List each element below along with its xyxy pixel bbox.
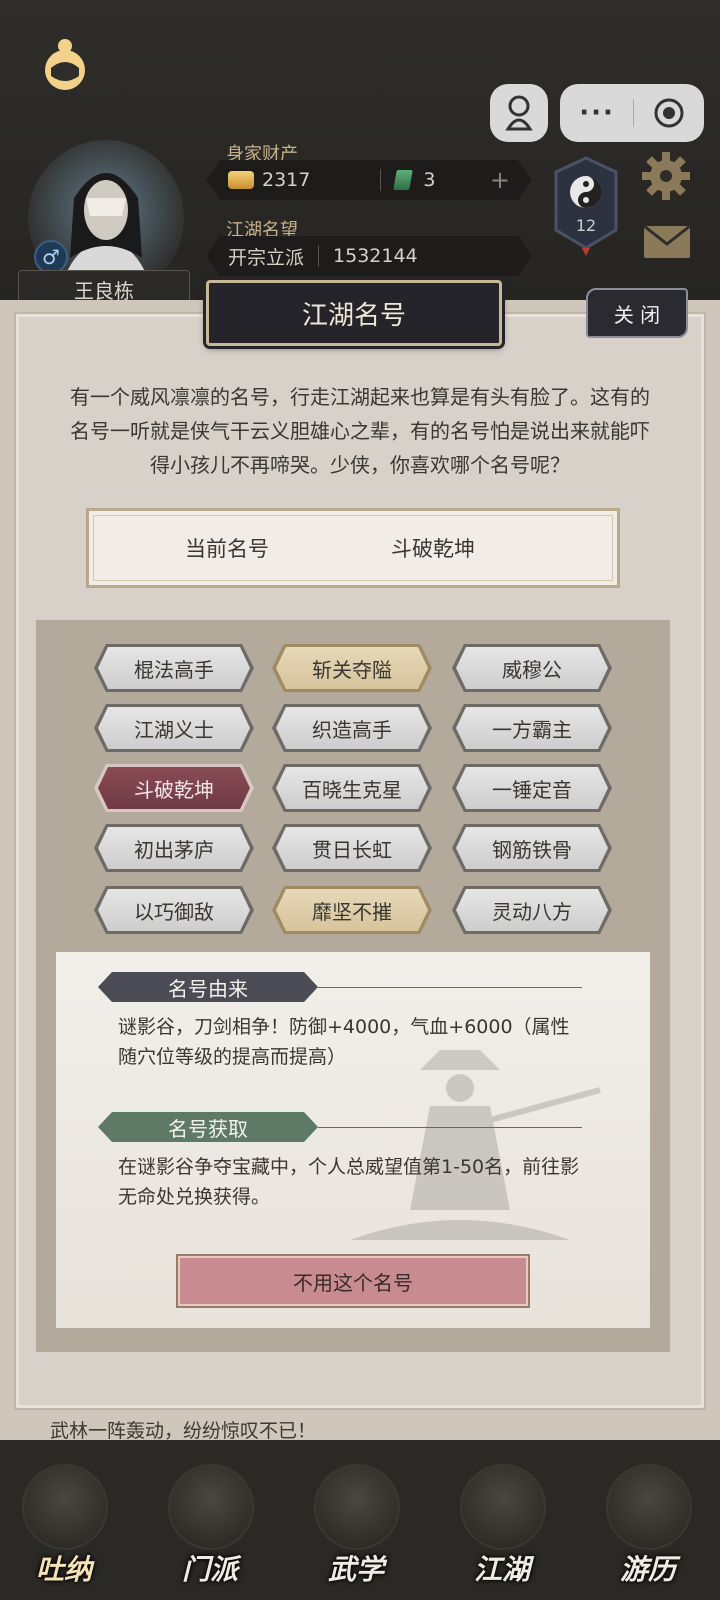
title-option-label: 初出茅庐 xyxy=(134,837,214,862)
rank-title: 开宗立派 xyxy=(228,246,305,269)
mail-icon[interactable] xyxy=(642,224,692,260)
nav-label: 江湖 xyxy=(473,1553,530,1586)
title-option[interactable]: 一锤定音 xyxy=(452,764,612,812)
close-miniprogram-icon[interactable] xyxy=(653,97,685,129)
capsule-menu: ··· xyxy=(560,84,704,142)
obtain-description: 在谜影谷争夺宝藏中，个人总威望值第1-50名，前往影无命处兑换获得。 xyxy=(118,1156,580,1208)
nav-label: 游历 xyxy=(619,1553,676,1586)
title-option[interactable]: 以巧御敌 xyxy=(94,886,254,934)
wealth-bar: 2317 3 + xyxy=(206,160,532,200)
origin-description: 谜影谷，刀剑相争！防御+4000，气血+6000（属性随穴位等级的提高而提高） xyxy=(118,1016,570,1068)
nav-menpai[interactable]: 门派 xyxy=(160,1464,260,1594)
close-button[interactable]: 关 闭 xyxy=(586,288,688,338)
obtain-section-tag: 名号获取 xyxy=(98,1112,318,1142)
title-option-label: 斗破乾坤 xyxy=(134,777,214,802)
top-header: ··· ♂ 王良栋 身家财产 2317 3 + 江湖名望 开宗立派 153214… xyxy=(0,0,720,308)
title-option[interactable]: 钢筋铁骨 xyxy=(452,824,612,872)
gold-amount: 2317 xyxy=(262,169,311,191)
origin-divider xyxy=(318,987,582,988)
reputation-bar: 开宗立派 1532144 xyxy=(206,236,532,276)
title-option-label: 棍法高手 xyxy=(134,657,214,682)
title-option-label: 以巧御敌 xyxy=(134,899,214,924)
jade-amount: 3 xyxy=(423,169,436,191)
gourd-icon xyxy=(22,1464,108,1550)
title-option-label: 百晓生克星 xyxy=(302,777,402,802)
reputation-divider xyxy=(318,245,319,267)
martial-book-icon xyxy=(314,1464,400,1550)
modal-intro-text: 有一个威风凛凛的名号，行走江湖起来也算是有头有脸了。这有的名号一听就是侠气干云义… xyxy=(70,385,650,477)
person-outline-icon xyxy=(505,95,533,131)
wealth-divider xyxy=(380,169,381,191)
sect-flag-icon xyxy=(168,1464,254,1550)
reputation-value: 1532144 xyxy=(333,245,418,267)
title-option[interactable]: 棍法高手 xyxy=(94,644,254,692)
white-horse-icon xyxy=(606,1464,692,1550)
mini-avatar-button[interactable] xyxy=(490,84,548,142)
title-option-label: 贯日长虹 xyxy=(312,837,392,862)
title-option[interactable]: 贯日长虹 xyxy=(272,824,432,872)
character-face-icon[interactable] xyxy=(40,38,90,92)
nav-label: 武学 xyxy=(327,1553,384,1586)
title-option-label: 斩关夺隘 xyxy=(312,657,392,682)
title-option-label: 江湖义士 xyxy=(134,717,214,742)
title-option[interactable]: 江湖义士 xyxy=(94,704,254,752)
title-option-label: 织造高手 xyxy=(312,717,392,742)
gender-male-icon: ♂ xyxy=(34,240,68,274)
title-option-label: 威穆公 xyxy=(502,657,562,682)
origin-section-tag: 名号由来 xyxy=(98,972,318,1002)
current-title-label: 当前名号 xyxy=(185,537,269,561)
title-option[interactable]: 威穆公 xyxy=(452,644,612,692)
title-option-label: 一锤定音 xyxy=(492,777,572,802)
player-level: 12 xyxy=(575,216,597,235)
title-option-label: 靡坚不摧 xyxy=(312,899,392,924)
nav-wuxue[interactable]: 武学 xyxy=(306,1464,406,1594)
nav-tuna[interactable]: 吐纳 xyxy=(14,1464,114,1594)
gear-icon[interactable] xyxy=(640,150,692,202)
title-option[interactable]: 初出茅庐 xyxy=(94,824,254,872)
obtain-divider xyxy=(318,1127,582,1128)
nav-label: 吐纳 xyxy=(35,1553,92,1586)
title-option[interactable]: 织造高手 xyxy=(272,704,432,752)
unuse-title-button[interactable]: 不用这个名号 xyxy=(176,1254,530,1308)
title-option-label: 灵动八方 xyxy=(492,899,572,924)
jade-icon xyxy=(394,170,414,190)
bottom-nav: 吐纳 门派 武学 江湖 游历 xyxy=(0,1440,720,1600)
nav-jianghu[interactable]: 江湖 xyxy=(452,1464,552,1594)
title-option[interactable]: 斗破乾坤 xyxy=(94,764,254,812)
title-option[interactable]: 灵动八方 xyxy=(452,886,612,934)
gold-ingot-icon xyxy=(228,171,254,189)
modal-title: 江湖名号 xyxy=(206,280,502,346)
more-options-icon[interactable]: ··· xyxy=(579,98,615,128)
title-option[interactable]: 斩关夺隘 xyxy=(272,644,432,692)
background-news-text: 武林一阵轰动，纷纷惊叹不已！ xyxy=(50,1420,317,1442)
title-option-label: 钢筋铁骨 xyxy=(492,837,572,862)
current-title-value: 斗破乾坤 xyxy=(391,537,475,561)
title-option-label: 一方霸主 xyxy=(492,717,572,742)
title-option[interactable]: 百晓生克星 xyxy=(272,764,432,812)
capsule-divider xyxy=(633,99,635,127)
current-title-box: 当前名号 斗破乾坤 xyxy=(86,508,620,588)
nav-youli[interactable]: 游历 xyxy=(598,1464,698,1594)
title-option[interactable]: 一方霸主 xyxy=(452,704,612,752)
taiji-level-badge[interactable] xyxy=(548,152,624,256)
title-option[interactable]: 靡坚不摧 xyxy=(272,886,432,934)
straw-hat-icon xyxy=(460,1464,546,1550)
add-currency-icon[interactable]: + xyxy=(490,166,510,194)
nav-label: 门派 xyxy=(181,1553,238,1586)
